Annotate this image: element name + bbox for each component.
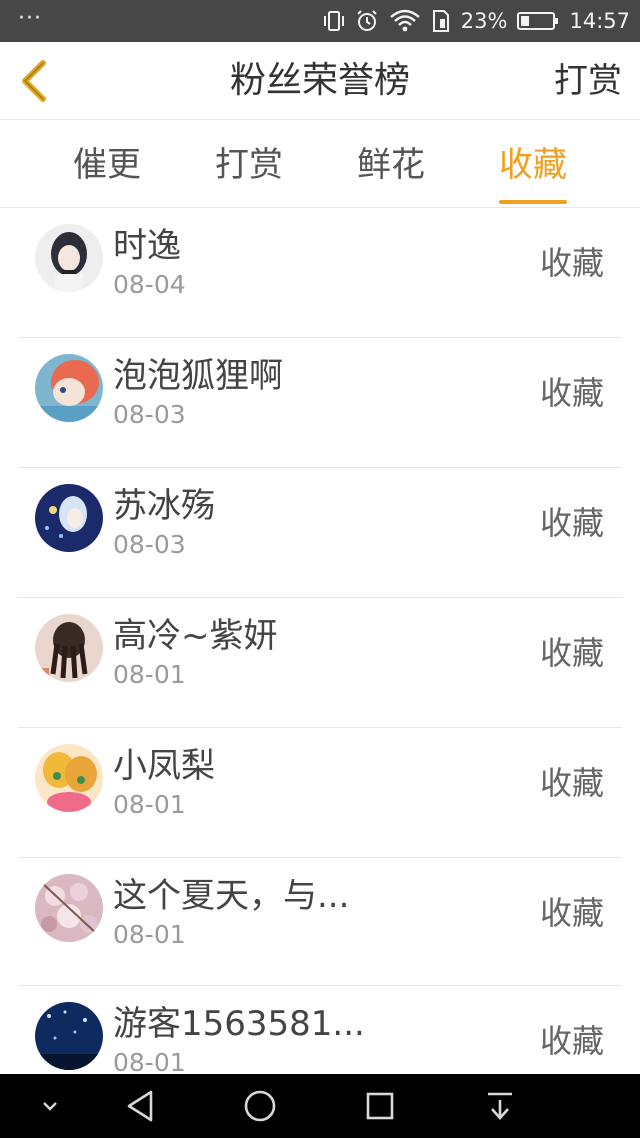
fan-name: 时逸 <box>113 226 181 266</box>
fan-action-type: 收藏 <box>539 1022 604 1060</box>
clock: 14:57 <box>569 9 630 33</box>
fan-name: 高冷~紫妍 <box>113 616 278 656</box>
avatar <box>35 874 103 942</box>
fan-action-type: 收藏 <box>539 634 604 672</box>
fan-name: 苏冰殇 <box>113 486 215 526</box>
avatar <box>35 744 103 812</box>
wifi-icon <box>389 9 421 33</box>
tab-flowers[interactable]: 鲜花 <box>320 121 462 208</box>
fan-action-type: 收藏 <box>539 504 604 542</box>
list-item[interactable]: 泡泡狐狸啊 08-03 收藏 <box>18 338 622 468</box>
triangle-back-icon <box>127 1090 153 1122</box>
tab-label: 鲜花 <box>357 145 425 185</box>
notification-pull-button[interactable] <box>476 1074 524 1138</box>
alarm-icon <box>355 9 379 33</box>
tab-label: 打赏 <box>215 145 283 185</box>
chevron-down-icon <box>43 1102 57 1111</box>
home-nav-button[interactable] <box>236 1074 284 1138</box>
fan-date: 08-01 <box>113 660 186 689</box>
status-icons: 23% 14:57 <box>323 0 630 42</box>
list-item[interactable]: 高冷~紫妍 08-01 收藏 <box>18 598 622 728</box>
fan-date: 08-03 <box>113 530 186 559</box>
avatar <box>35 354 103 422</box>
sim-icon <box>431 9 451 33</box>
battery-percent: 23% <box>460 9 508 33</box>
avatar <box>35 1002 103 1070</box>
battery-icon <box>517 10 559 32</box>
tab-urge[interactable]: 催更 <box>36 121 178 208</box>
reward-button[interactable]: 打赏 <box>554 42 622 120</box>
avatar <box>35 484 103 552</box>
list-item[interactable]: 时逸 08-04 收藏 <box>18 208 622 338</box>
tab-label: 收藏 <box>499 145 567 185</box>
fan-date: 08-01 <box>113 920 186 949</box>
tab-favorites[interactable]: 收藏 <box>462 121 604 208</box>
page-title: 粉丝荣誉榜 <box>229 60 410 101</box>
fan-action-type: 收藏 <box>539 244 604 282</box>
list-item[interactable]: 苏冰殇 08-03 收藏 <box>18 468 622 598</box>
fan-date: 08-04 <box>113 270 186 299</box>
tab-reward[interactable]: 打赏 <box>178 121 320 208</box>
fan-list[interactable]: 时逸 08-04 收藏 泡泡狐狸啊 08-03 收藏 苏冰殇 08-03 收藏 … <box>0 208 640 1074</box>
chevron-left-icon <box>22 60 46 102</box>
list-item[interactable]: 这个夏天，与... 08-01 收藏 <box>18 858 622 986</box>
fan-name: 这个夏天，与... <box>113 876 350 916</box>
avatar <box>35 224 103 292</box>
square-recents-icon <box>366 1092 394 1120</box>
hide-nav-button[interactable] <box>30 1074 70 1138</box>
header: 粉丝荣誉榜 打赏 <box>0 42 640 120</box>
back-button[interactable] <box>14 58 54 104</box>
list-item[interactable]: 游客1563581... 08-01 收藏 <box>18 986 622 1074</box>
fan-action-type: 收藏 <box>539 374 604 412</box>
avatar <box>35 614 103 682</box>
fan-name: 小凤梨 <box>113 746 215 786</box>
fan-action-type: 收藏 <box>539 894 604 932</box>
status-bar: ··· 23% 14:57 <box>0 0 640 42</box>
list-item[interactable]: 小凤梨 08-01 收藏 <box>18 728 622 858</box>
fan-name: 泡泡狐狸啊 <box>113 356 283 396</box>
fan-date: 08-01 <box>113 1048 186 1074</box>
fan-action-type: 收藏 <box>539 764 604 802</box>
fan-date: 08-01 <box>113 790 186 819</box>
tab-label: 催更 <box>73 145 141 185</box>
active-tab-indicator <box>499 200 567 204</box>
vibrate-icon <box>323 10 345 32</box>
back-nav-button[interactable] <box>116 1074 164 1138</box>
recents-nav-button[interactable] <box>356 1074 404 1138</box>
pull-down-icon <box>488 1092 512 1120</box>
fan-name: 游客1563581... <box>113 1004 365 1044</box>
fan-date: 08-03 <box>113 400 186 429</box>
tab-bar: 催更 打赏 鲜花 收藏 <box>0 121 640 208</box>
more-notifications-icon: ··· <box>18 6 42 31</box>
circle-home-icon <box>244 1090 276 1122</box>
system-navigation-bar <box>0 1074 640 1138</box>
